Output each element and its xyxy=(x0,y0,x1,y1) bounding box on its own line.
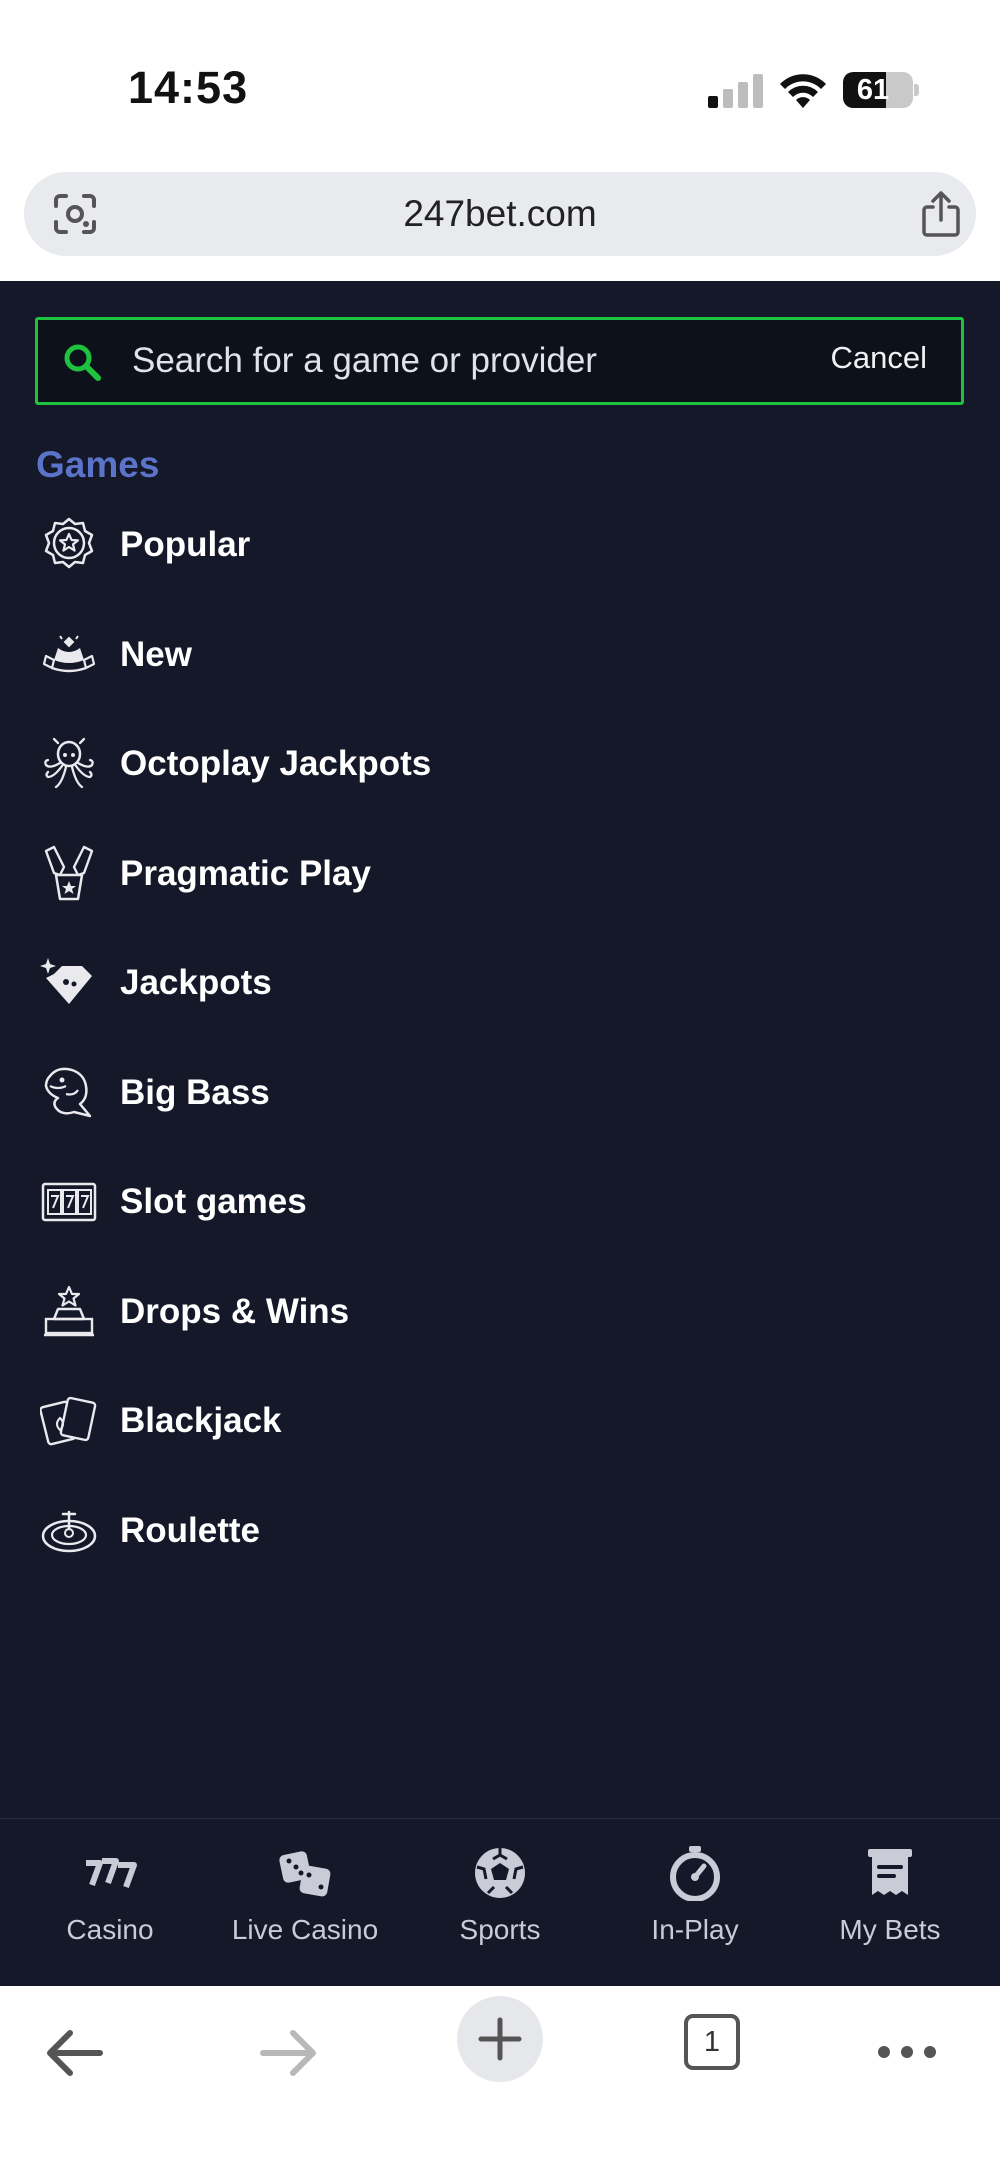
menu-item-label: Popular xyxy=(120,525,251,564)
games-menu: Popular New Octoplay Jackpots Pragmatic … xyxy=(0,495,1000,1590)
battery-icon: 61 xyxy=(843,72,919,108)
wifi-icon xyxy=(780,74,826,108)
stopwatch-icon xyxy=(670,1846,720,1901)
cards-icon xyxy=(40,1396,97,1446)
nav-in-play[interactable]: In-Play xyxy=(595,1819,795,1987)
nav-sports[interactable]: Sports xyxy=(400,1819,600,1987)
nav-label: Live Casino xyxy=(231,1914,379,1945)
url-text[interactable]: 247bet.com xyxy=(24,172,976,256)
menu-item-label: Octoplay Jackpots xyxy=(120,744,432,783)
section-title-games: Games xyxy=(36,444,160,485)
address-bar[interactable]: 247bet.com xyxy=(24,172,976,256)
menu-item-label: Big Bass xyxy=(120,1072,270,1112)
browser-toolbar: 1 xyxy=(0,1986,1000,2171)
status-time: 14:53 xyxy=(128,62,249,113)
new-podium-icon xyxy=(42,634,96,672)
search-box[interactable]: Cancel xyxy=(35,317,964,405)
bet-slip-icon xyxy=(868,1849,912,1895)
menu-item-big-bass[interactable]: Big Bass xyxy=(0,1043,1000,1153)
new-tab-plus-icon xyxy=(478,2017,522,2061)
menu-item-label: Slot games xyxy=(120,1182,307,1221)
lens-icon[interactable] xyxy=(52,192,98,236)
nav-my-bets[interactable]: My Bets xyxy=(790,1819,990,1987)
search-icon xyxy=(64,344,101,381)
dice-icon xyxy=(279,1851,331,1897)
menu-item-drops-wins[interactable]: Drops & Wins xyxy=(0,1262,1000,1372)
nav-live-casino[interactable]: Live Casino xyxy=(205,1819,405,1987)
forward-arrow-icon[interactable] xyxy=(243,2000,333,2090)
menu-item-slot-games[interactable]: Slot games xyxy=(0,1152,1000,1262)
fish-icon xyxy=(44,1067,92,1117)
diamond-icon xyxy=(40,958,92,1004)
tabs-icon[interactable]: 1 xyxy=(684,2014,740,2070)
signal-icon xyxy=(708,74,763,108)
status-bar: 14:53 61 xyxy=(0,0,1000,165)
more-icon[interactable] xyxy=(862,2000,952,2090)
roulette-icon xyxy=(41,1510,97,1552)
game-search-panel: Cancel Games Popular New xyxy=(0,281,1000,1819)
battery-level: 61 xyxy=(856,74,890,106)
star-podium-icon xyxy=(44,1285,94,1336)
menu-item-new[interactable]: New xyxy=(0,605,1000,715)
search-input[interactable] xyxy=(132,320,812,402)
cancel-button[interactable]: Cancel xyxy=(831,320,928,402)
champagne-icon xyxy=(44,845,94,900)
menu-item-blackjack[interactable]: Blackjack xyxy=(0,1371,1000,1481)
football-icon xyxy=(475,1848,525,1898)
menu-item-label: Pragmatic Play xyxy=(120,853,371,893)
menu-item-popular[interactable]: Popular xyxy=(0,495,1000,605)
nav-casino[interactable]: Casino xyxy=(10,1819,210,1987)
share-icon[interactable] xyxy=(920,190,962,238)
menu-item-jackpots[interactable]: Jackpots xyxy=(0,933,1000,1043)
site-bottom-nav: Casino Live Casino Sports In-Play My Bet… xyxy=(0,1818,1000,1986)
menu-item-roulette[interactable]: Roulette xyxy=(0,1481,1000,1591)
menu-item-label: New xyxy=(120,634,192,674)
menu-item-octoplay-jackpots[interactable]: Octoplay Jackpots xyxy=(0,714,1000,824)
menu-item-pragmatic-play[interactable]: Pragmatic Play xyxy=(0,824,1000,934)
casino-777-icon xyxy=(86,1858,137,1889)
nav-label: Casino xyxy=(66,1914,154,1945)
octopus-icon xyxy=(44,737,94,789)
menu-item-label: Jackpots xyxy=(120,963,272,1002)
menu-item-label: Roulette xyxy=(120,1510,260,1550)
menu-item-label: Drops & Wins xyxy=(120,1291,350,1331)
back-arrow-icon[interactable] xyxy=(30,2000,120,2090)
slot-machine-icon xyxy=(41,1182,97,1222)
nav-label: In-Play xyxy=(651,1914,739,1945)
new-tab-button[interactable] xyxy=(457,1996,543,2082)
menu-item-label: Blackjack xyxy=(120,1401,282,1440)
nav-label: Sports xyxy=(459,1914,541,1945)
badge-star-icon xyxy=(44,517,94,569)
nav-label: My Bets xyxy=(839,1914,941,1945)
